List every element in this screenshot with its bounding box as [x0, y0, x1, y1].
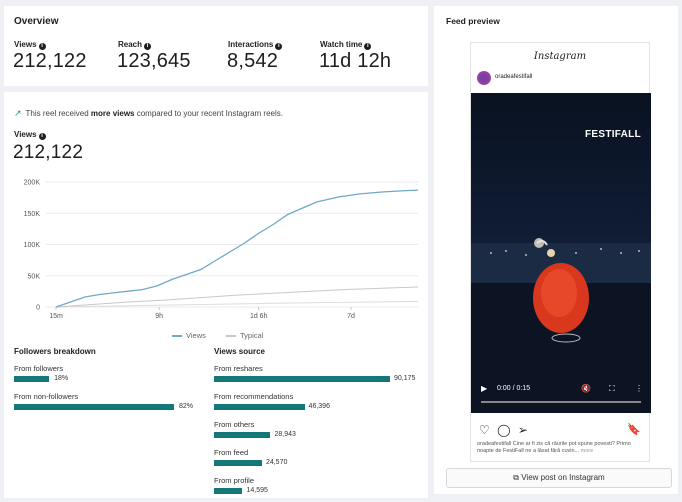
avatar[interactable] [477, 71, 491, 85]
watch-time-metric-value: 11d 12h [319, 50, 392, 72]
username[interactable]: oradeafestifall [495, 74, 532, 80]
info-icon[interactable]: i [38, 133, 46, 140]
source-bar [214, 432, 271, 438]
overview-card: Overview Views i 212,122 Reach i 123,645 I… [4, 6, 428, 86]
followers-bar [14, 376, 50, 382]
source-row-label: From profile [214, 476, 255, 485]
views-detail-card: ↗ This reel received more views compared … [4, 92, 428, 498]
x-tick-label: 7d [347, 313, 355, 320]
mute-icon[interactable]: 🔇 [581, 384, 591, 393]
followers-row-label: From non-followers [14, 392, 79, 401]
post-action-row: ♡ ◯ ➢ [479, 423, 528, 437]
views-value: 212,122 [13, 142, 84, 163]
info-icon[interactable]: i [364, 43, 372, 50]
interactions-metric-label: Interactions i [228, 40, 283, 50]
y-tick-label: 0 [36, 305, 40, 312]
share-icon[interactable]: ➢ [518, 423, 528, 437]
video-time: 0:00 / 0:15 [497, 385, 531, 392]
reach-metric-value: 123,645 [117, 50, 191, 72]
more-options-icon[interactable]: ⋮ [635, 384, 643, 393]
source-row-label: From feed [214, 448, 249, 457]
followers-bar [14, 404, 174, 410]
comment-icon[interactable]: ◯ [497, 423, 510, 437]
series-line-views [55, 189, 419, 308]
info-icon[interactable]: i [275, 43, 283, 50]
y-tick-label: 200K [24, 180, 41, 187]
heart-icon[interactable]: ♡ [479, 423, 490, 437]
series-line-baseline [55, 300, 419, 308]
source-value: 90,175 [394, 375, 416, 382]
legend-typical: Typical [240, 331, 264, 340]
trend-up-icon: ↗ [14, 108, 22, 118]
followers-row-label: From followers [14, 364, 64, 373]
play-icon[interactable]: ▶ [481, 384, 487, 393]
source-row-label: From recommendations [214, 392, 294, 401]
reach-metric-label: Reach i [118, 40, 152, 50]
x-tick-label: 9h [155, 313, 163, 320]
followers-value: 82% [179, 403, 194, 410]
instagram-post-preview: Instagram oradeafestifall FESTIFALL ▶ 0:… [470, 42, 651, 462]
info-icon[interactable]: i [144, 43, 152, 50]
y-tick-label: 50K [28, 273, 41, 280]
x-tick-label: 1d 6h [250, 313, 268, 320]
instagram-logo: Instagram [533, 51, 587, 62]
source-row-label: From reshares [214, 364, 263, 373]
source-bar [214, 460, 262, 466]
source-value: 24,570 [265, 459, 288, 466]
post-caption: oradeafestifall Cine ar fi zis că râuril… [477, 441, 631, 454]
video-frame-illustration [471, 238, 651, 413]
legend-views: Views [186, 331, 206, 340]
video-progress-bar[interactable] [481, 401, 641, 403]
interactions-metric-value: 8,542 [227, 50, 279, 72]
reel-video[interactable]: FESTIFALL ▶ 0:00 / 0:15 🔇 ⛶ ⋮ [471, 93, 651, 413]
followers-value: 18% [54, 375, 69, 382]
source-value: 28,943 [274, 431, 296, 438]
x-tick-label: 15m [49, 313, 63, 320]
source-bar [214, 376, 390, 382]
video-title: FESTIFALL [584, 129, 641, 140]
y-tick-label: 100K [24, 242, 41, 249]
feed-preview-title: Feed preview [446, 16, 500, 26]
followers-breakdown-title: Followers breakdown [14, 347, 96, 356]
view-post-on-instagram-button[interactable]: ⧉ View post on Instagram [446, 468, 672, 488]
source-bar [214, 488, 243, 494]
fullscreen-icon[interactable]: ⛶ [609, 384, 615, 394]
legend-views-swatch [172, 335, 182, 337]
source-bar [214, 404, 305, 410]
comparison-banner: ↗ This reel received more views compared … [14, 108, 283, 118]
watch-time-metric-label: Watch time i [320, 40, 372, 50]
views-metric-label: Views i [14, 40, 46, 50]
caption-more-link[interactable]: more [581, 448, 594, 454]
views-line-chart: 0 50K 100K 150K 200K 15m 9h 1d 6h 7d [24, 180, 419, 320]
info-icon[interactable]: i [38, 43, 46, 50]
views-metric-value: 212,122 [13, 50, 87, 72]
legend-typical-swatch [226, 335, 236, 337]
source-value: 14,595 [246, 487, 268, 494]
views-label: Views i [14, 130, 46, 140]
overview-title: Overview [14, 16, 59, 27]
source-row-label: From others [214, 420, 255, 429]
views-source-title: Views source [214, 347, 265, 356]
bookmark-icon[interactable]: 🔖 [627, 423, 641, 436]
source-value: 46,396 [308, 403, 330, 410]
feed-preview-card: Feed preview Instagram oradeafestifall F… [434, 6, 678, 494]
y-tick-label: 150K [24, 211, 41, 218]
